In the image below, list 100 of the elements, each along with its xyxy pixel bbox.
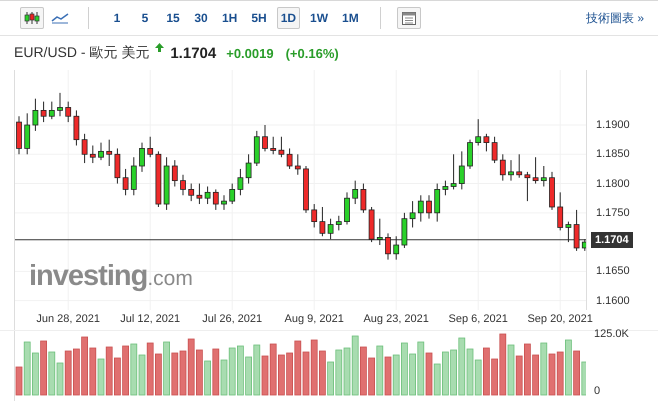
interval-button[interactable]: 15	[162, 7, 184, 29]
logo-text: investing	[29, 260, 148, 293]
candle	[229, 183, 236, 205]
candle	[450, 154, 456, 190]
candle	[122, 168, 128, 196]
candle	[385, 232, 391, 260]
interval-button[interactable]: 1	[106, 7, 128, 29]
candle	[311, 204, 318, 228]
candle	[270, 136, 276, 155]
current-price-tag: 1.1704	[591, 232, 633, 248]
candle	[303, 166, 309, 214]
interval-button[interactable]: 1D	[276, 7, 300, 29]
candle	[484, 133, 490, 152]
candle	[549, 171, 555, 210]
date-label: Jun 28, 2021	[36, 313, 100, 325]
candle	[344, 192, 350, 226]
last-price: 1.1704	[170, 44, 216, 62]
candle	[582, 238, 586, 252]
window-icon	[402, 12, 416, 24]
candle	[532, 156, 538, 184]
candle	[566, 221, 572, 243]
candle	[172, 160, 178, 187]
price-tick: 1.1900	[596, 119, 630, 132]
candle	[410, 200, 416, 228]
percent-change: (+0.16%)	[286, 46, 339, 60]
date-label: Jul 26, 2021	[202, 313, 262, 325]
candle	[164, 156, 170, 210]
candle	[524, 171, 530, 202]
candle	[434, 183, 440, 222]
logo-suffix: .com	[147, 267, 193, 291]
candlestick-icon	[24, 11, 40, 25]
candle	[40, 101, 46, 123]
candle	[368, 206, 374, 243]
date-label: Aug 9, 2021	[284, 313, 344, 325]
price-tick: 1.1600	[596, 294, 630, 307]
candle	[188, 183, 194, 202]
volume-zero-label: 0	[594, 385, 600, 397]
interval-button[interactable]: 1W	[306, 7, 332, 29]
candle	[16, 116, 22, 155]
candle	[557, 192, 564, 231]
chart-type-button[interactable]	[20, 7, 44, 29]
candle	[286, 148, 292, 170]
interval-button[interactable]: 5H	[247, 7, 271, 29]
candle	[320, 206, 326, 237]
layout-button[interactable]	[396, 7, 421, 29]
interval-button[interactable]: 5	[134, 7, 156, 29]
price-tick: 1.1750	[596, 206, 630, 219]
candle	[65, 101, 72, 123]
technical-chart-link[interactable]: 技術圖表 »	[586, 10, 644, 26]
candle	[196, 183, 202, 205]
candle	[180, 174, 186, 196]
price-change: +0.0019	[226, 46, 274, 60]
candle	[254, 130, 260, 166]
candle	[156, 150, 162, 208]
candle	[336, 215, 342, 231]
candle	[418, 194, 424, 222]
candle	[74, 110, 80, 146]
interval-button[interactable]: 1H	[218, 7, 242, 29]
candle	[130, 156, 137, 196]
candle	[426, 194, 432, 220]
date-label: Sep 6, 2021	[448, 313, 508, 325]
candle	[246, 154, 252, 184]
candle	[24, 112, 30, 155]
candle	[475, 118, 482, 146]
price-tick: 1.1650	[596, 265, 630, 278]
candle	[221, 194, 227, 210]
symbol-title: EUR/USD - 歐元 美元	[14, 44, 150, 62]
candle	[238, 168, 244, 196]
candle	[508, 160, 514, 182]
candle	[352, 180, 358, 205]
candle	[360, 183, 366, 214]
interval-button[interactable]: 1M	[338, 7, 363, 29]
candle	[492, 136, 498, 164]
date-label: Jul 12, 2021	[120, 313, 180, 325]
candle	[90, 145, 96, 164]
candle	[467, 139, 473, 170]
candle	[57, 92, 63, 117]
candle	[516, 154, 522, 178]
candle	[147, 136, 154, 158]
candle	[114, 148, 120, 184]
candle	[540, 166, 547, 187]
candle	[278, 136, 284, 158]
line-chart-icon	[51, 12, 69, 24]
candle	[139, 142, 145, 172]
candle	[212, 188, 219, 210]
candle	[32, 98, 38, 132]
price-tick: 1.1850	[596, 148, 630, 160]
candle	[393, 236, 400, 260]
candle	[442, 180, 448, 196]
candle	[328, 218, 334, 240]
candle	[402, 212, 408, 248]
candle	[106, 139, 112, 166]
candle	[262, 124, 268, 152]
candle	[204, 186, 210, 205]
candle	[574, 209, 580, 252]
candle	[48, 101, 55, 120]
date-label: Aug 23, 2021	[363, 313, 429, 325]
interval-button[interactable]: 30	[190, 7, 212, 29]
candle	[500, 154, 506, 182]
candle	[376, 218, 383, 246]
